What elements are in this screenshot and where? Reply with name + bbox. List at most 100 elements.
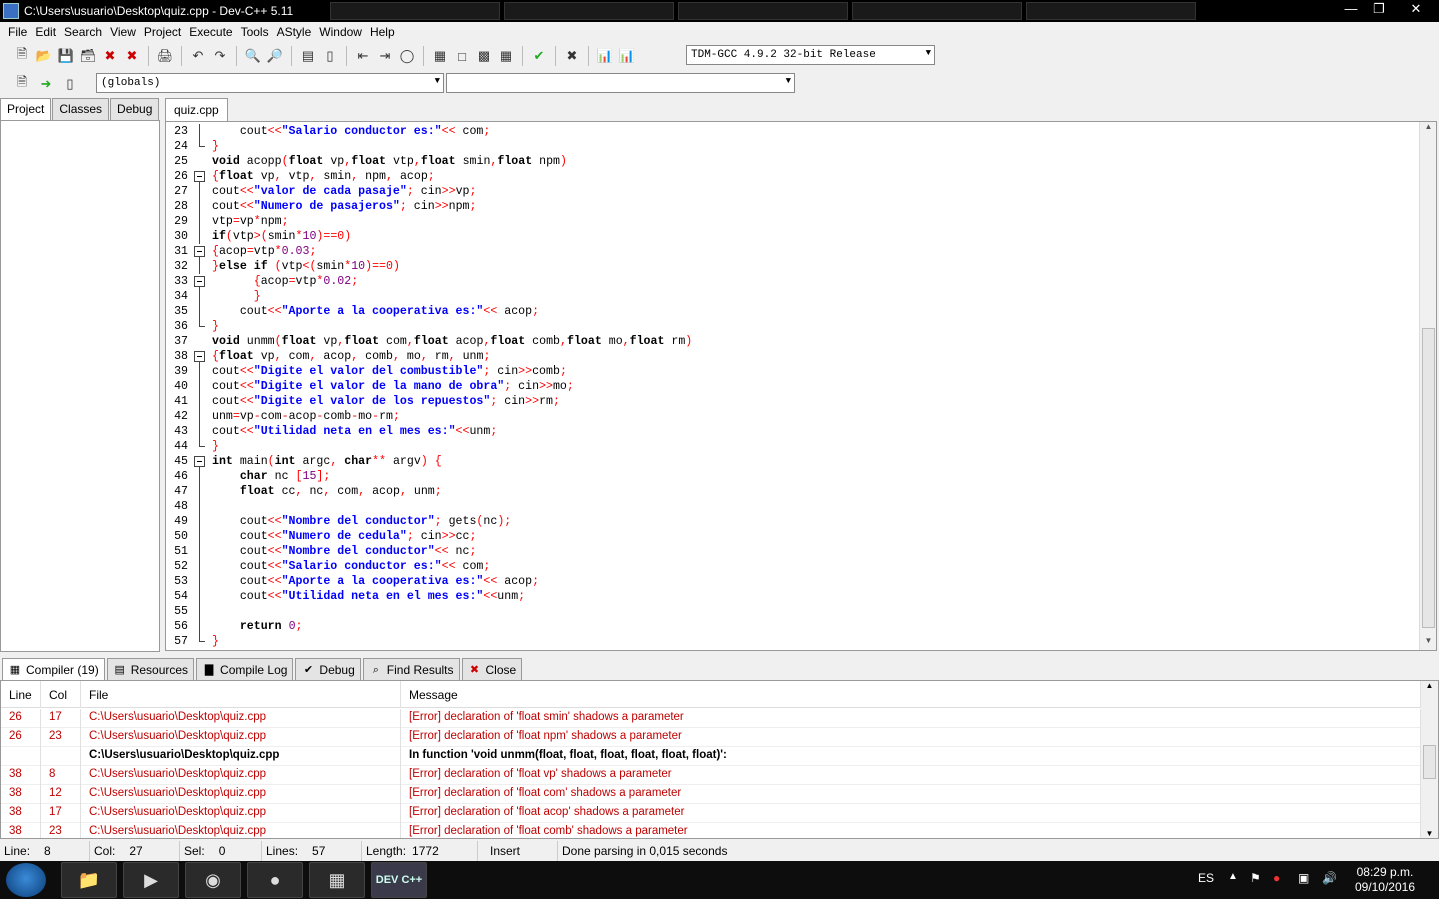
code-line[interactable]: cout<<"Salario conductor es:"<< com; — [212, 124, 1416, 139]
code-line[interactable]: cout<<"Aporte a la cooperativa es:"<< ac… — [212, 304, 1416, 319]
tab-find-results[interactable]: ⌕ Find Results — [362, 658, 460, 680]
code-line[interactable]: cout<<"Salario conductor es:"<< com; — [212, 559, 1416, 574]
code-lines[interactable]: cout<<"Salario conductor es:"<< com;} voi… — [212, 124, 1416, 649]
code-line[interactable]: }else if (vtp<(smin*10)==0) — [212, 259, 1416, 274]
toggle-comment-icon[interactable]: ◯ — [397, 46, 417, 66]
fold-marker[interactable] — [194, 454, 206, 469]
print-icon[interactable]: 🖨 — [155, 46, 175, 66]
code-line[interactable] — [212, 499, 1416, 514]
save-all-icon[interactable]: 🗃 — [78, 46, 98, 66]
scroll-up-icon[interactable]: ▲ — [1420, 122, 1436, 136]
insert-icon[interactable]: 🗎 — [12, 74, 32, 94]
code-line[interactable]: cout<<"Nombre del conductor"<< nc; — [212, 544, 1416, 559]
code-line[interactable]: } — [212, 439, 1416, 454]
message-row[interactable]: 38 23 C:\Users\usuario\Desktop\quiz.cpp [Er… — [1, 823, 1421, 838]
column-header-message[interactable]: Message — [401, 681, 1421, 708]
devcpp-taskbar-icon[interactable]: DEV C++ — [371, 862, 427, 898]
fold-marker[interactable] — [194, 349, 206, 364]
code-line[interactable]: {float vp, vtp, smin, npm, acop; — [212, 169, 1416, 184]
message-row[interactable]: 38 8 C:\Users\usuario\Desktop\quiz.cpp [Err… — [1, 766, 1421, 785]
menu-execute[interactable]: Execute — [189, 22, 240, 42]
file-explorer-icon[interactable]: 📁 — [61, 862, 117, 898]
menu-tools[interactable]: Tools — [241, 22, 277, 42]
indent-icon[interactable]: ⇥ — [375, 46, 395, 66]
code-line[interactable]: vtp=vp*npm; — [212, 214, 1416, 229]
open-file-icon[interactable]: 📂 — [34, 46, 54, 66]
collapse-icon[interactable] — [194, 456, 205, 467]
menu-help[interactable]: Help — [370, 22, 403, 42]
tab-compiler[interactable]: ▦ Compiler (19) — [2, 658, 105, 680]
chrome-icon[interactable]: ◉ — [185, 862, 241, 898]
code-line[interactable]: cout<<"Digite el valor del combustible";… — [212, 364, 1416, 379]
project-view-icon[interactable]: ▩ — [474, 46, 494, 66]
tab-compile-log[interactable]: ▇ Compile Log — [196, 658, 294, 680]
scroll-down-icon[interactable]: ▼ — [1420, 636, 1436, 650]
code-line[interactable]: cout<<"Utilidad neta en el mes es:"<<unm… — [212, 589, 1416, 604]
media-player-icon[interactable]: ▶ — [123, 862, 179, 898]
scroll-up-icon[interactable]: ▲ — [1421, 681, 1438, 690]
code-line[interactable]: } — [212, 319, 1416, 334]
bookmark-icon[interactable]: ▯ — [320, 46, 340, 66]
system-clock[interactable]: 08:29 p.m. 09/10/2016 — [1355, 865, 1415, 895]
code-line[interactable]: unm=vp-com-acop-comb-mo-rm; — [212, 409, 1416, 424]
tab-classes[interactable]: Classes — [52, 98, 110, 120]
code-line[interactable]: cout<<"Digite el valor de la mano de obr… — [212, 379, 1416, 394]
code-line[interactable]: cout<<"Aporte a la cooperativa es:"<< ac… — [212, 574, 1416, 589]
tab-debug[interactable]: Debug — [110, 98, 160, 120]
delete-profile-icon[interactable]: 📊 — [617, 46, 637, 66]
language-indicator[interactable]: ES — [1198, 871, 1214, 885]
network-icon[interactable]: ▣ — [1298, 871, 1309, 885]
menu-edit[interactable]: Edit — [35, 22, 64, 42]
collapse-icon[interactable] — [194, 246, 205, 257]
fold-marker[interactable] — [194, 274, 206, 289]
code-line[interactable]: cout<<"Digite el valor de los repuestos"… — [212, 394, 1416, 409]
code-line[interactable]: if(vtp>(smin*10)==0) — [212, 229, 1416, 244]
tab-resources[interactable]: ▤ Resources — [106, 658, 195, 680]
fold-marker[interactable] — [194, 169, 206, 184]
replace-icon[interactable]: 🔎 — [265, 46, 285, 66]
code-line[interactable]: {acop=vtp*0.02; — [212, 274, 1416, 289]
volume-icon[interactable]: 🔊 — [1322, 871, 1337, 885]
code-line[interactable]: int main(int argc, char** argv) { — [212, 454, 1416, 469]
column-header-line[interactable]: Line — [1, 681, 41, 708]
stop-icon[interactable]: ✖ — [562, 46, 582, 66]
goto-line-icon[interactable]: ▤ — [298, 46, 318, 66]
flag-icon[interactable]: ⚑ — [1250, 871, 1261, 885]
start-button[interactable] — [6, 863, 46, 897]
code-line[interactable]: cout<<"Nombre del conductor"; gets(nc); — [212, 514, 1416, 529]
code-line[interactable]: {float vp, com, acop, comb, mo, rm, unm; — [212, 349, 1416, 364]
menu-file[interactable]: File — [8, 22, 35, 42]
code-line[interactable]: void acopp(float vp,float vtp,float smin… — [212, 154, 1416, 169]
message-row[interactable]: 38 17 C:\Users\usuario\Desktop\quiz.cpp [Er… — [1, 804, 1421, 823]
code-line[interactable] — [212, 604, 1416, 619]
scope-select[interactable]: (globals) ▼ — [96, 73, 444, 93]
project-tree[interactable] — [0, 120, 160, 652]
code-line[interactable]: void unmm(float vp,float com,float acop,… — [212, 334, 1416, 349]
undo-icon[interactable]: ↶ — [188, 46, 208, 66]
close-file-icon[interactable]: ✖ — [100, 46, 120, 66]
code-line[interactable]: float cc, nc, com, acop, unm; — [212, 484, 1416, 499]
code-line[interactable]: cout<<"Numero de pasajeros"; cin>>npm; — [212, 199, 1416, 214]
calculator-icon[interactable]: ▦ — [309, 862, 365, 898]
code-line[interactable]: } — [212, 634, 1416, 649]
toggle-icon[interactable]: ▯ — [60, 74, 80, 94]
column-header-col[interactable]: Col — [41, 681, 81, 708]
code-line[interactable]: cout<<"Utilidad neta en el mes es:"<<unm… — [212, 424, 1416, 439]
collapse-icon[interactable] — [194, 351, 205, 362]
check-syntax-icon[interactable]: ✔ — [529, 46, 549, 66]
menu-window[interactable]: Window — [319, 22, 370, 42]
unindent-icon[interactable]: ⇤ — [353, 46, 373, 66]
member-select[interactable]: ▼ — [446, 73, 795, 93]
code-line[interactable]: cout<<"valor de cada pasaje"; cin>>vp; — [212, 184, 1416, 199]
collapse-icon[interactable] — [194, 276, 205, 287]
message-row[interactable]: 26 17 C:\Users\usuario\Desktop\quiz.cpp [Er… — [1, 709, 1421, 728]
scroll-down-icon[interactable]: ▼ — [1421, 829, 1438, 838]
tab-debug[interactable]: ✔ Debug — [295, 658, 361, 680]
messages-scrollbar[interactable]: ▲ ▼ — [1421, 681, 1438, 838]
editor-tab-quiz-cpp[interactable]: quiz.cpp — [165, 98, 228, 121]
close-window-button[interactable]: ✕ — [1393, 0, 1439, 20]
editor-scrollbar[interactable]: ▲ ▼ — [1419, 122, 1436, 650]
fold-marker[interactable] — [194, 244, 206, 259]
code-line[interactable]: {acop=vtp*0.03; — [212, 244, 1416, 259]
class-browser-icon[interactable]: ▦ — [430, 46, 450, 66]
